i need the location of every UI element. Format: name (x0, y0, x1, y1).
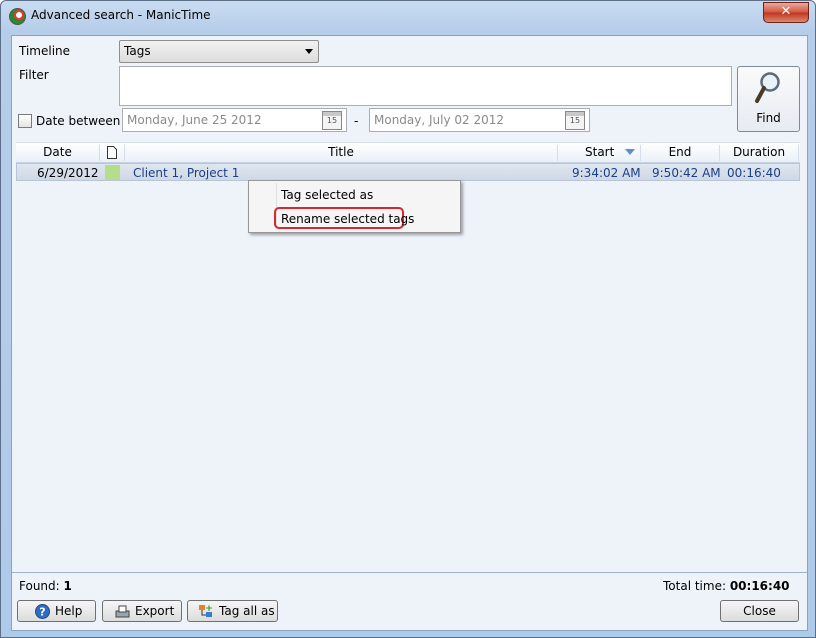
title-bar: Advanced search - ManicTime ✕ (1, 1, 815, 31)
help-button[interactable]: ? Help (17, 600, 96, 622)
column-header-type[interactable] (100, 145, 125, 161)
row-date: 6/29/2012 (37, 166, 99, 180)
close-button[interactable]: Close (720, 600, 799, 622)
row-title: Client 1, Project 1 (133, 166, 240, 180)
context-menu: Tag selected as Rename selected tags (248, 180, 461, 233)
row-start: 9:34:02 AM (572, 166, 641, 180)
status-divider (12, 572, 807, 573)
window-close-button[interactable]: ✕ (763, 2, 809, 23)
found-value: 1 (63, 579, 72, 593)
menu-item-rename-selected-tags[interactable]: Rename selected tags (281, 212, 414, 226)
column-header-title[interactable]: Title (125, 145, 558, 161)
date-from-value: Monday, June 25 2012 (127, 113, 262, 127)
date-to-picker[interactable]: Monday, July 02 2012 15 (369, 108, 590, 132)
filter-label: Filter (19, 68, 49, 82)
row-end: 9:50:42 AM (652, 166, 721, 180)
export-icon (115, 605, 130, 618)
found-count: Found: 1 (19, 579, 72, 593)
date-range-dash: - (354, 114, 359, 128)
document-icon (107, 146, 117, 159)
row-duration: 00:16:40 (727, 166, 781, 180)
tag-all-as-button-label: Tag all as (219, 604, 275, 618)
svg-text:?: ? (39, 606, 45, 619)
timeline-dropdown[interactable]: Tags (119, 40, 319, 63)
export-button[interactable]: Export (102, 600, 182, 622)
total-time: Total time: 00:16:40 (663, 579, 790, 593)
tag-all-icon: + (199, 604, 213, 617)
tag-color-swatch (105, 165, 120, 180)
magnifier-icon (755, 72, 780, 103)
calendar-icon[interactable]: 15 (565, 111, 585, 130)
chevron-down-icon (305, 49, 313, 54)
advanced-search-window: Advanced search - ManicTime ✕ Timeline T… (0, 0, 816, 638)
manictime-app-icon (9, 8, 26, 25)
calendar-icon[interactable]: 15 (322, 111, 342, 130)
find-button-label: Find (756, 111, 781, 125)
menu-item-tag-selected-as[interactable]: Tag selected as (281, 188, 373, 202)
column-header-duration[interactable]: Duration (720, 145, 799, 161)
found-label: Found: (19, 579, 60, 593)
dialog-content: Timeline Tags Filter Find Date between M… (11, 35, 808, 631)
column-header-date[interactable]: Date (16, 145, 100, 161)
tag-all-as-button[interactable]: + Tag all as (187, 600, 278, 622)
timeline-selected-value: Tags (124, 44, 151, 58)
column-header-start[interactable]: Start (558, 145, 641, 161)
window-title: Advanced search - ManicTime (31, 8, 211, 22)
svg-text:+: + (205, 604, 213, 614)
total-time-label: Total time: (663, 579, 726, 593)
help-button-label: Help (55, 604, 83, 618)
export-button-label: Export (135, 604, 175, 618)
column-header-end[interactable]: End (641, 145, 720, 161)
timeline-label: Timeline (19, 44, 71, 58)
date-to-value: Monday, July 02 2012 (374, 113, 505, 127)
table-row[interactable]: 6/29/2012 Client 1, Project 1 9:34:02 AM… (16, 163, 800, 181)
date-from-picker[interactable]: Monday, June 25 2012 15 (122, 108, 347, 132)
date-between-label: Date between (36, 114, 121, 128)
help-icon: ? (35, 604, 50, 619)
date-between-checkbox[interactable] (18, 114, 32, 128)
total-time-value: 00:16:40 (729, 579, 790, 593)
results-grid-header: Date Title Start End Duration (16, 142, 800, 163)
filter-input[interactable] (119, 66, 732, 106)
find-button[interactable]: Find (737, 66, 800, 132)
sort-desc-icon (625, 149, 635, 155)
close-button-label: Close (743, 604, 776, 618)
start-header-label: Start (585, 145, 615, 159)
